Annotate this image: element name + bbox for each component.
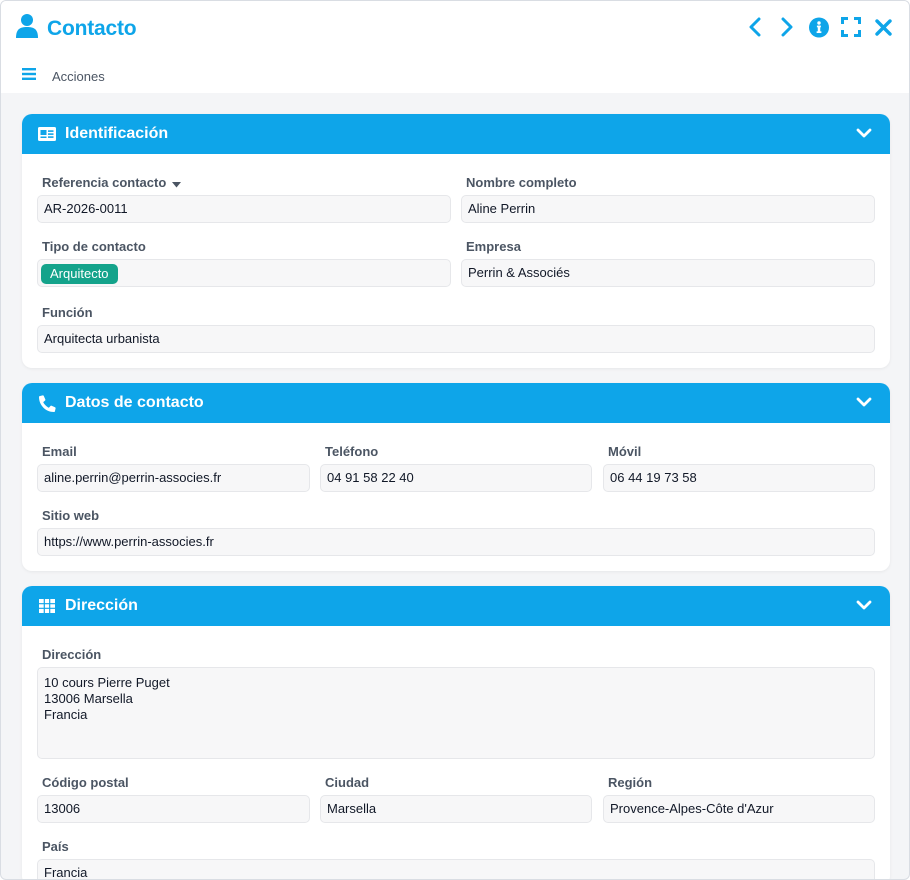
reference-field[interactable]: AR-2026-0011 — [37, 195, 451, 223]
city-field[interactable]: Marsella — [320, 795, 592, 823]
fullname-label: Nombre completo — [466, 175, 577, 190]
reference-label[interactable]: Referencia contacto — [42, 175, 182, 191]
actions-label: Acciones — [52, 68, 105, 84]
phone-icon — [37, 393, 57, 413]
user-icon — [16, 13, 38, 44]
contact-type-label: Tipo de contacto — [42, 239, 146, 254]
close-icon[interactable] — [873, 15, 893, 39]
caret-down-icon — [172, 176, 182, 191]
address-textarea[interactable]: 10 cours Pierre Puget 13006 Marsella Fra… — [37, 667, 875, 759]
website-field[interactable]: https://www.perrin-associes.fr — [37, 528, 875, 556]
function-field[interactable]: Arquitecta urbanista — [37, 325, 875, 353]
menu-icon — [22, 67, 36, 85]
postal-code-label: Código postal — [42, 775, 129, 790]
info-icon[interactable] — [809, 15, 829, 39]
address-panel: Dirección Dirección 10 cours Pierre Puge… — [22, 586, 890, 879]
chevron-down-icon[interactable] — [856, 126, 872, 144]
city-label: Ciudad — [325, 775, 370, 790]
identification-panel: Identificación Referencia contacto AR-20… — [22, 114, 890, 368]
address-label: Dirección — [42, 647, 102, 662]
postal-code-field[interactable]: 13006 — [37, 795, 310, 823]
contact-type-field[interactable]: Arquitecto — [37, 259, 451, 287]
grid-icon — [37, 596, 57, 616]
company-label: Empresa — [466, 239, 521, 254]
window-title-group: Contacto — [16, 13, 137, 44]
actions-menu[interactable]: Acciones — [22, 67, 105, 85]
phone-field[interactable]: 04 91 58 22 40 — [320, 464, 592, 492]
mobile-field[interactable]: 06 44 19 73 58 — [603, 464, 875, 492]
chevron-down-icon[interactable] — [856, 598, 872, 616]
contact-data-panel: Datos de contacto Email aline.perrin@per… — [22, 383, 890, 571]
contact-data-title: Datos de contacto — [65, 394, 204, 411]
website-label: Sitio web — [42, 508, 100, 523]
country-label: País — [42, 839, 69, 854]
window-header: Contacto Acciones — [1, 1, 909, 93]
address-title: Dirección — [65, 597, 138, 614]
identification-panel-header[interactable]: Identificación — [22, 114, 890, 154]
function-label: Función — [42, 305, 93, 320]
window-title: Contacto — [47, 16, 137, 40]
region-label: Región — [608, 775, 653, 790]
region-field[interactable]: Provence-Alpes-Côte d'Azur — [603, 795, 875, 823]
expand-icon[interactable] — [841, 15, 861, 39]
phone-label: Teléfono — [325, 444, 379, 459]
chevron-right-icon[interactable] — [777, 15, 797, 39]
chevron-down-icon[interactable] — [856, 395, 872, 413]
email-label: Email — [42, 444, 77, 459]
company-field[interactable]: Perrin & Associés — [461, 259, 875, 287]
id-card-icon — [37, 124, 57, 144]
email-field[interactable]: aline.perrin@perrin-associes.fr — [37, 464, 310, 492]
mobile-label: Móvil — [608, 444, 642, 459]
fullname-field[interactable]: Aline Perrin — [461, 195, 875, 223]
contact-window: Contacto Acciones Identificación Referen… — [0, 0, 910, 880]
country-field[interactable]: Francia — [37, 859, 875, 879]
address-panel-header[interactable]: Dirección — [22, 586, 890, 626]
contact-data-panel-header[interactable]: Datos de contacto — [22, 383, 890, 423]
contact-type-tag: Arquitecto — [41, 264, 118, 284]
window-toolbar — [745, 15, 893, 39]
chevron-left-icon[interactable] — [745, 15, 765, 39]
identification-title: Identificación — [65, 125, 169, 142]
